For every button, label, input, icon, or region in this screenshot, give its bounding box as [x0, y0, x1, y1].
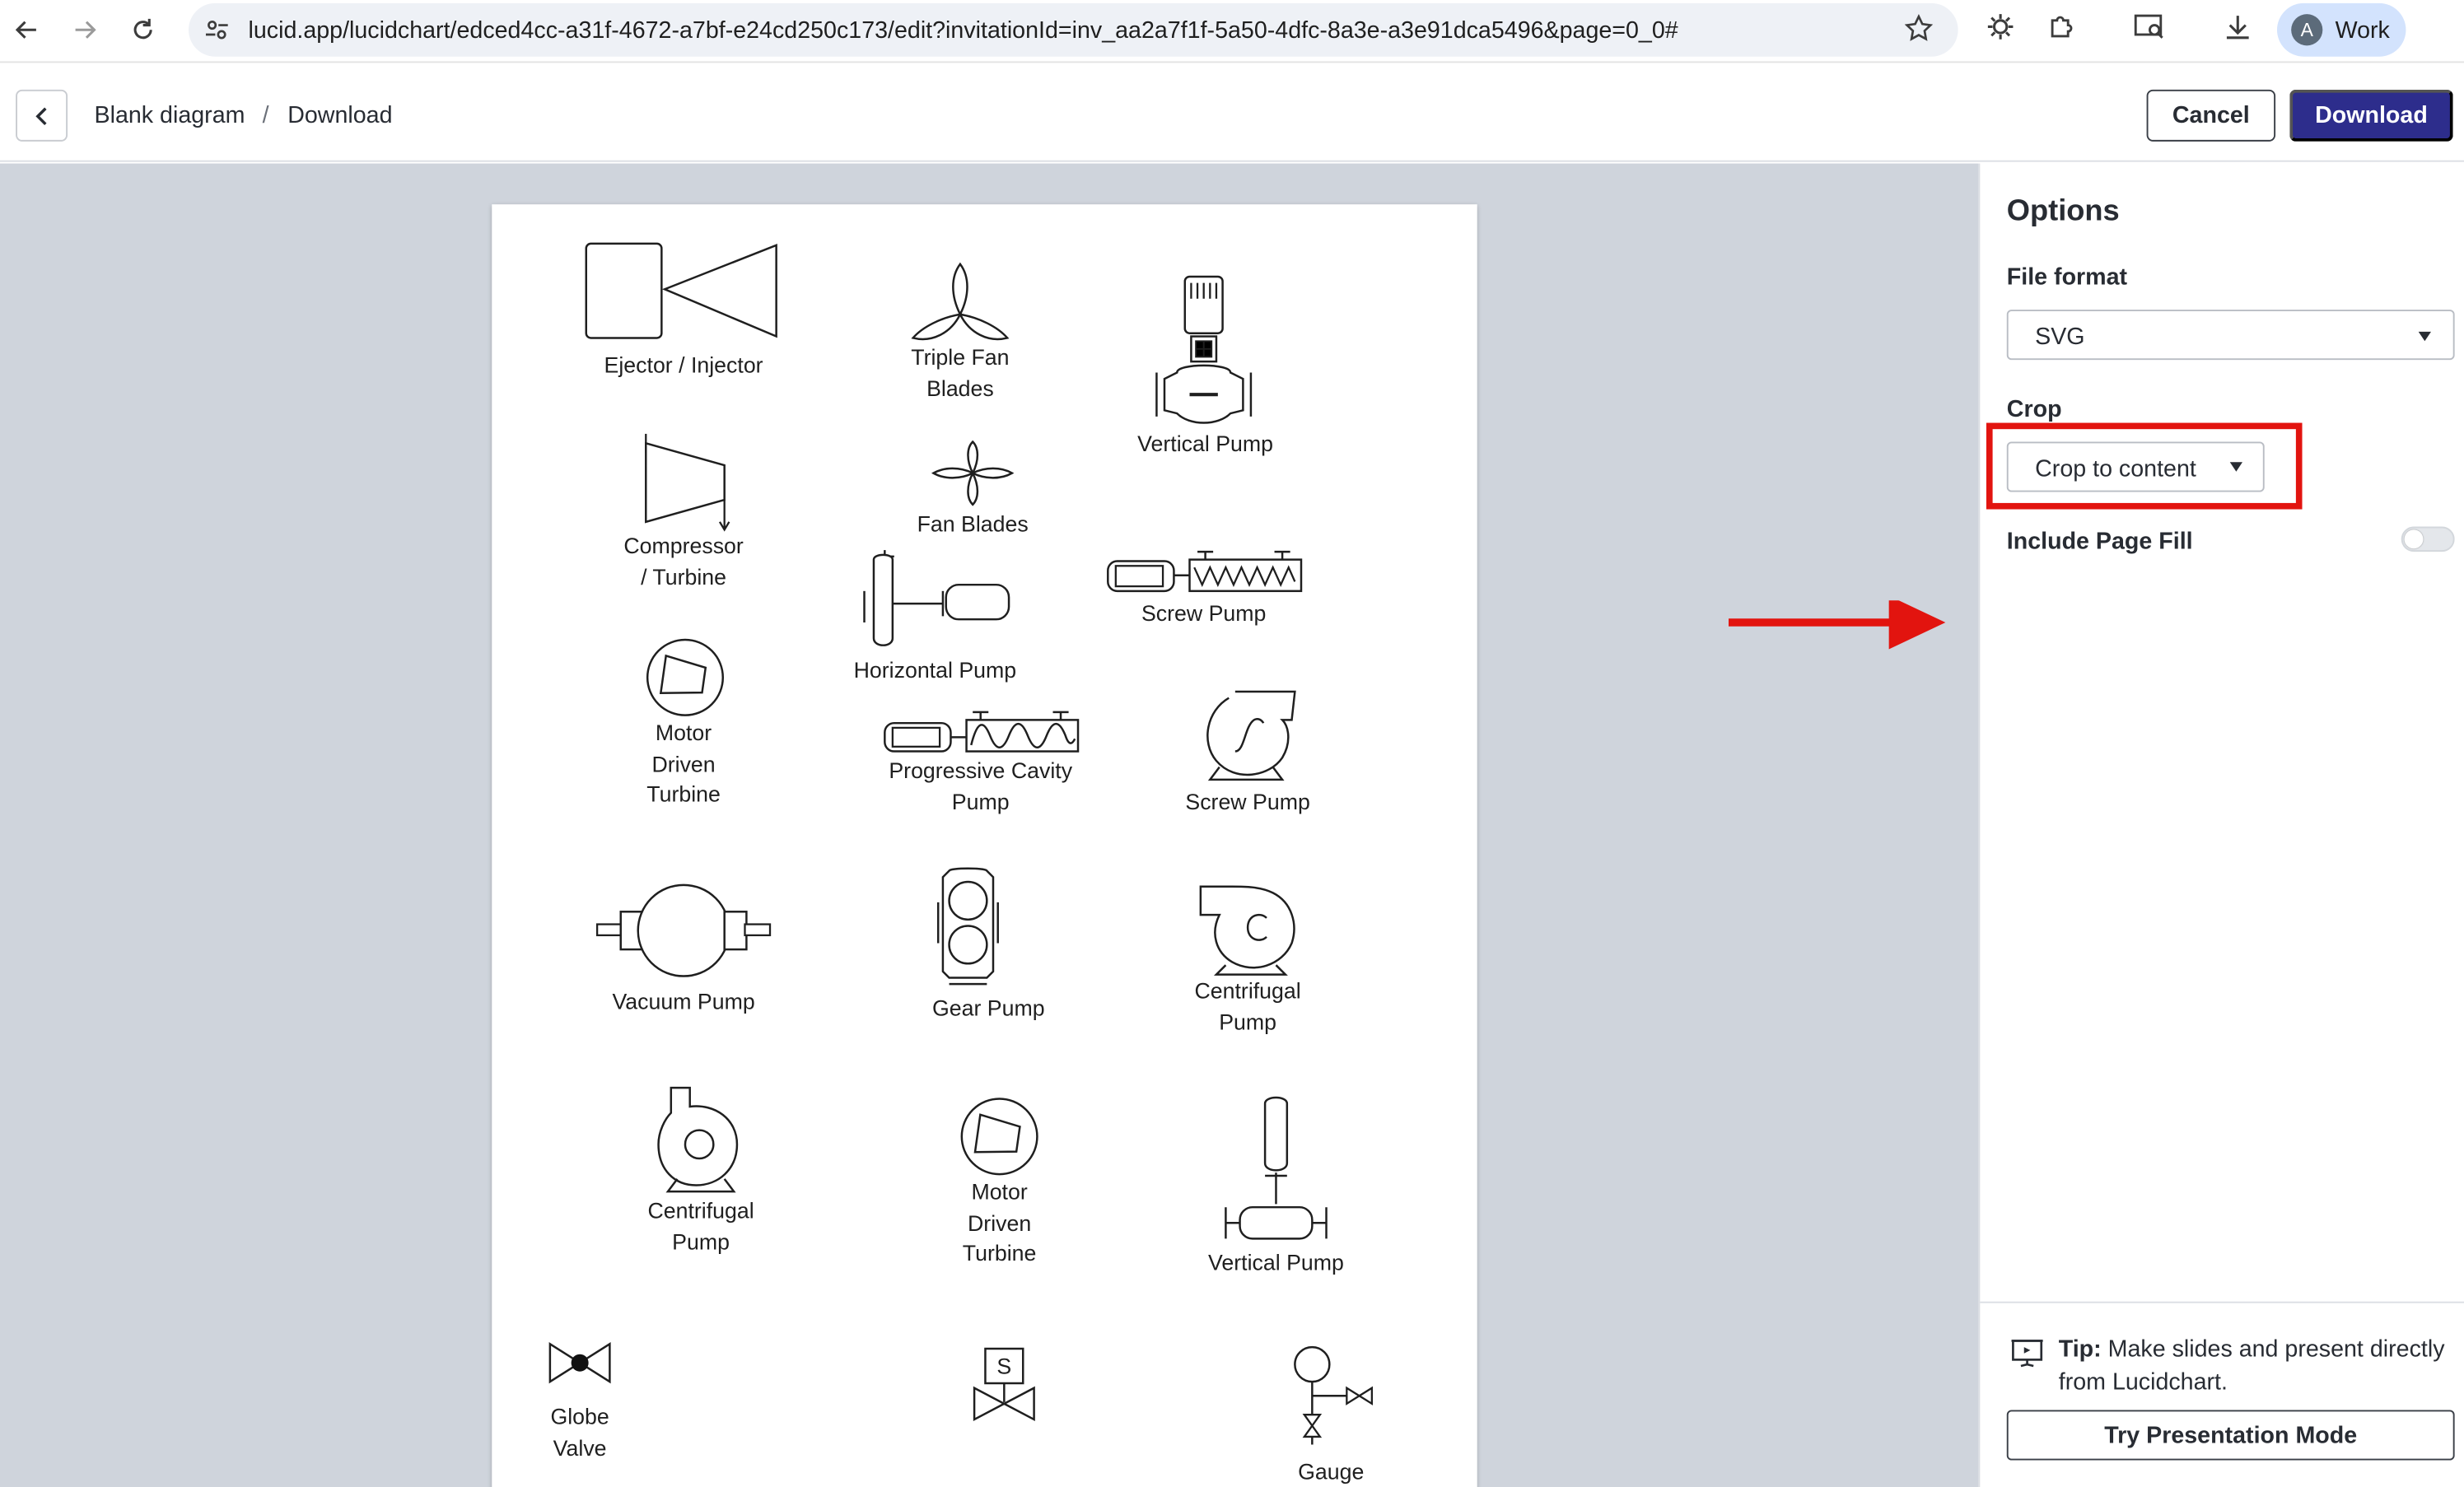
back-button[interactable] — [16, 89, 68, 142]
file-format-value: SVG — [2035, 324, 2085, 351]
compressor-turbine-shape — [645, 433, 730, 532]
cancel-button[interactable]: Cancel — [2146, 89, 2276, 142]
motor-driven-turbine-shape — [646, 638, 725, 716]
shape-label: Gauge — [1298, 1458, 1365, 1485]
vacuum-pump-shape — [595, 883, 772, 977]
reload-icon[interactable] — [121, 8, 165, 52]
gauge-shape — [1294, 1345, 1374, 1445]
include-page-fill-label: Include Page Fill — [2006, 528, 2193, 555]
extensions-puzzle-icon[interactable] — [2047, 12, 2075, 49]
shape-label: Triple Fan Blades — [911, 344, 1010, 400]
shape-label: Screw Pump — [1141, 600, 1267, 626]
shape-label: Vertical Pump — [1137, 431, 1273, 456]
toggle-knob — [2404, 529, 2424, 549]
diagram-page: Ejector / Injector Triple Fan Blades Ver… — [492, 204, 1477, 1487]
address-bar[interactable]: lucid.app/lucidchart/edced4cc-a31f-4672-… — [188, 2, 1958, 57]
shape-label: Vertical Pump — [1208, 1249, 1344, 1275]
tip-section: Tip: Make slides and present directly fr… — [1980, 1301, 2464, 1487]
shape-label: Motor Driven Turbine — [646, 720, 721, 807]
profile-button[interactable]: A Work — [2276, 2, 2406, 57]
file-format-select[interactable]: SVG — [2006, 310, 2455, 361]
downloads-icon[interactable] — [2224, 12, 2252, 49]
presentation-screen-icon — [2011, 1340, 2043, 1368]
crop-select[interactable]: Crop to content — [2006, 441, 2265, 492]
crop-value: Crop to content — [2035, 455, 2196, 483]
caret-down-icon — [2418, 331, 2431, 342]
app-header: Blank diagram / Download Cancel Download — [0, 69, 2464, 162]
shape-label: Gear Pump — [931, 995, 1045, 1021]
shape-label: Globe Valve — [550, 1403, 609, 1460]
tab-search-icon[interactable] — [2134, 12, 2165, 49]
triple-fan-blades-shape — [911, 262, 1010, 341]
shape-label: Screw Pump — [1185, 789, 1310, 814]
shape-label: Horizontal Pump — [853, 657, 1017, 683]
url-text: lucid.app/lucidchart/edced4cc-a31f-4672-… — [248, 17, 1678, 44]
avatar: A — [2291, 14, 2323, 46]
screw-pump-shape — [1107, 550, 1303, 593]
ejector-injector-shape — [585, 242, 777, 339]
motor-driven-turbine-alt-shape — [960, 1098, 1038, 1176]
breadcrumb-separator: / — [262, 102, 269, 129]
options-panel: Options File format SVG Crop Crop to con… — [1978, 163, 2464, 1487]
options-title: Options — [2006, 194, 2120, 228]
screw-pump-alt-shape — [1206, 690, 1296, 781]
shape-label: Ejector / Injector — [604, 352, 763, 378]
tip-text: Tip: Make slides and present directly fr… — [2059, 1333, 2452, 1399]
bookmark-star-icon[interactable] — [1904, 13, 1934, 50]
annotation-arrow-icon — [1729, 600, 1946, 650]
gear-pump-shape — [936, 867, 999, 986]
progressive-cavity-pump-shape — [884, 711, 1080, 753]
centrifugal-pump-alt-shape — [657, 1086, 739, 1193]
shape-label: Centrifugal Pump — [1194, 977, 1301, 1034]
extension-gear-icon[interactable] — [1986, 12, 2014, 49]
shape-label: Motor Driven Turbine — [962, 1178, 1037, 1266]
tip-body: Make slides and present directly from Lu… — [2058, 1336, 2445, 1396]
include-page-fill-toggle[interactable] — [2401, 526, 2455, 552]
shape-label: Fan Blades — [917, 510, 1029, 537]
globe-valve-shape — [548, 1342, 611, 1384]
chevron-left-icon — [35, 106, 46, 125]
caret-down-icon — [2229, 462, 2243, 472]
crop-label: Crop — [2006, 396, 2062, 423]
vertical-pump-shape — [1155, 275, 1253, 424]
horizontal-pump-shape — [863, 550, 1010, 646]
breadcrumb-document[interactable]: Blank diagram — [94, 102, 245, 128]
fan-blades-shape — [931, 440, 1015, 506]
tip-bold: Tip: — [2058, 1336, 2102, 1363]
back-arrow-icon[interactable] — [5, 8, 49, 52]
try-presentation-mode-button[interactable]: Try Presentation Mode — [2006, 1410, 2455, 1461]
profile-label: Work — [2335, 17, 2390, 44]
site-settings-icon[interactable] — [204, 17, 230, 50]
file-format-label: File format — [2006, 263, 2128, 291]
forward-arrow-icon[interactable] — [63, 8, 106, 52]
download-button[interactable]: Download — [2289, 89, 2453, 142]
centrifugal-pump-shape — [1199, 885, 1295, 976]
browser-toolbar: lucid.app/lucidchart/edced4cc-a31f-4672-… — [0, 0, 2464, 63]
vertical-pump-alt-shape — [1225, 1096, 1328, 1240]
breadcrumb-page: Download — [287, 102, 393, 129]
preview-canvas: Ejector / Injector Triple Fan Blades Ver… — [0, 163, 1979, 1487]
solenoid-letter: S — [996, 1353, 1012, 1379]
shape-label: Progressive Cavity Pump — [889, 757, 1073, 813]
shape-label: Compressor / Turbine — [623, 533, 744, 589]
shape-label: Centrifugal Pump — [647, 1197, 754, 1254]
shape-label: Vacuum Pump — [612, 988, 755, 1014]
